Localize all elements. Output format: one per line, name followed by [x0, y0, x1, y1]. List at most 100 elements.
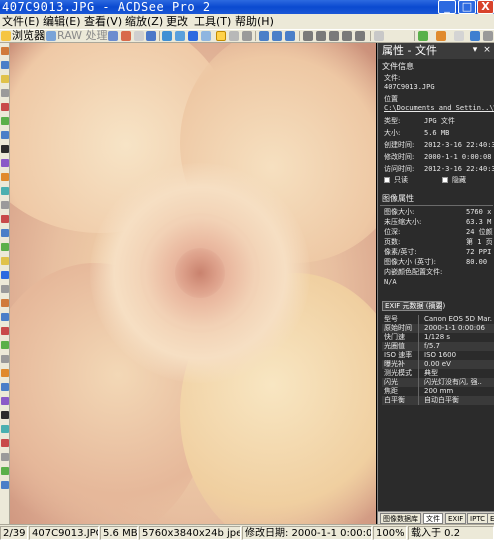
tool-icon[interactable]	[1, 117, 9, 125]
status-load-time: 载入于 0.2	[408, 526, 494, 540]
tool-icon[interactable]	[1, 159, 9, 167]
status-zoom: 100%	[373, 526, 407, 540]
tool-icon[interactable]	[1, 257, 9, 265]
tab-database[interactable]: 图像数据库	[380, 513, 421, 524]
tool-icon[interactable]	[1, 453, 9, 461]
info-icon[interactable]	[454, 31, 464, 41]
minimize-button[interactable]: _	[438, 0, 456, 14]
tool-icon[interactable]	[1, 411, 9, 419]
panel-close-icon[interactable]: ×	[482, 45, 492, 55]
tool-icon[interactable]	[1, 271, 9, 279]
tab-exif[interactable]: EXIF	[445, 513, 467, 524]
tool-icon[interactable]	[1, 481, 9, 489]
tool-icon[interactable]	[1, 425, 9, 433]
tool-icon[interactable]	[1, 327, 9, 335]
tool-icon[interactable]	[1, 75, 9, 83]
toolbar-separator	[255, 31, 256, 41]
tool-icon[interactable]	[1, 369, 9, 377]
tool-icon[interactable]	[1, 187, 9, 195]
menu-file[interactable]: 文件(E)	[2, 15, 40, 28]
fit-window-icon[interactable]	[342, 31, 352, 41]
readonly-checkbox[interactable]	[384, 177, 390, 183]
monitor-icon[interactable]	[259, 31, 269, 41]
email-icon[interactable]	[285, 31, 295, 41]
menu-modify[interactable]: 更改	[166, 15, 188, 28]
image-inches-value: 80.00	[466, 258, 488, 266]
tool-icon[interactable]	[1, 243, 9, 251]
tool-icon[interactable]	[1, 103, 9, 111]
orange-marker-icon[interactable]	[436, 31, 446, 41]
status-filename: 407C9013.JPG	[29, 526, 99, 540]
tab-iptc[interactable]: IPTC	[467, 513, 489, 524]
toolbar-separator	[44, 31, 45, 41]
properties-icon[interactable]	[470, 31, 480, 41]
copy-icon[interactable]	[134, 31, 144, 41]
exif-key: 闪光	[384, 378, 398, 386]
tab-file[interactable]: 文件	[423, 513, 443, 524]
raw-process-button[interactable]: RAW 处理	[57, 30, 108, 42]
fullscreen-icon[interactable]	[175, 31, 185, 41]
close-button[interactable]: X	[477, 0, 494, 14]
browser-button[interactable]: 浏览器	[12, 30, 45, 42]
tool-icon[interactable]	[1, 355, 9, 363]
rotate-icon[interactable]	[121, 31, 131, 41]
maximize-button[interactable]: □	[458, 0, 476, 14]
menu-tools[interactable]: 工具(T)	[194, 15, 231, 28]
overflow-icon[interactable]	[483, 31, 493, 41]
tool-icon[interactable]	[1, 341, 9, 349]
tool-icon[interactable]	[1, 285, 9, 293]
status-dimensions: 5760x3840x24b jpeg	[139, 526, 241, 540]
prev-icon[interactable]	[108, 31, 118, 41]
exif-column-divider	[418, 315, 419, 405]
exif-key: 焦距	[384, 387, 398, 395]
tool-icon[interactable]	[1, 383, 9, 391]
tool-icon[interactable]	[1, 47, 9, 55]
menu-help[interactable]: 帮助(H)	[235, 15, 274, 28]
tool-icon[interactable]	[1, 313, 9, 321]
tool-icon[interactable]	[1, 131, 9, 139]
tool-icon[interactable]	[1, 299, 9, 307]
menu-view[interactable]: 查看(V)	[84, 15, 122, 28]
tool-icon[interactable]	[1, 215, 9, 223]
pan-icon[interactable]	[355, 31, 365, 41]
exif-key: 白平衡	[384, 396, 405, 404]
tool-icon[interactable]	[1, 145, 9, 153]
tab-more[interactable]: E	[487, 513, 494, 524]
menu-edit[interactable]: 编辑(E)	[43, 15, 81, 28]
tool-icon[interactable]	[1, 201, 9, 209]
zoom-out-icon[interactable]	[316, 31, 326, 41]
image-viewer[interactable]	[10, 43, 376, 524]
menu-bar: 文件(E) 编辑(E) 查看(V) 缩放(Z) 更改 工具(T) 帮助(H)	[0, 14, 494, 29]
options-icon[interactable]	[374, 31, 384, 41]
exif-key: ISO 速率	[384, 351, 413, 359]
actual-size-icon[interactable]	[329, 31, 339, 41]
tool-icon[interactable]	[1, 397, 9, 405]
tool-icon[interactable]	[1, 439, 9, 447]
print-icon[interactable]	[272, 31, 282, 41]
slideshow-icon[interactable]	[162, 31, 172, 41]
tool-icon[interactable]	[1, 61, 9, 69]
compare-icon[interactable]	[188, 31, 198, 41]
pages-label: 页数:	[384, 238, 401, 246]
crop-icon[interactable]	[229, 31, 239, 41]
highlight-icon[interactable]	[216, 31, 226, 41]
hidden-checkbox[interactable]	[442, 177, 448, 183]
zoom-fit-icon[interactable]	[201, 31, 211, 41]
save-icon[interactable]	[146, 31, 156, 41]
eyedropper-icon[interactable]	[242, 31, 252, 41]
zoom-in-icon[interactable]	[303, 31, 313, 41]
tool-icon[interactable]	[1, 229, 9, 237]
menu-zoom[interactable]: 缩放(Z)	[125, 15, 163, 28]
exif-key: 曝光补	[384, 360, 405, 368]
pin-icon[interactable]: ▾	[470, 45, 480, 55]
location-link[interactable]: C:\Documents and Settin..\Wi	[384, 104, 494, 113]
toolbar-separator	[370, 31, 371, 41]
tool-icon[interactable]	[1, 89, 9, 97]
exif-value: 闪光灯没有闪, 强..	[424, 378, 482, 386]
exif-value: Canon EOS 5D Mar.	[424, 315, 493, 323]
tool-icon[interactable]	[1, 467, 9, 475]
green-marker-icon[interactable]	[418, 31, 428, 41]
tool-icon[interactable]	[1, 173, 9, 181]
toolbar-separator	[414, 31, 415, 41]
exif-summary-button[interactable]: EXIF 元数据 (摘要)	[382, 301, 445, 311]
